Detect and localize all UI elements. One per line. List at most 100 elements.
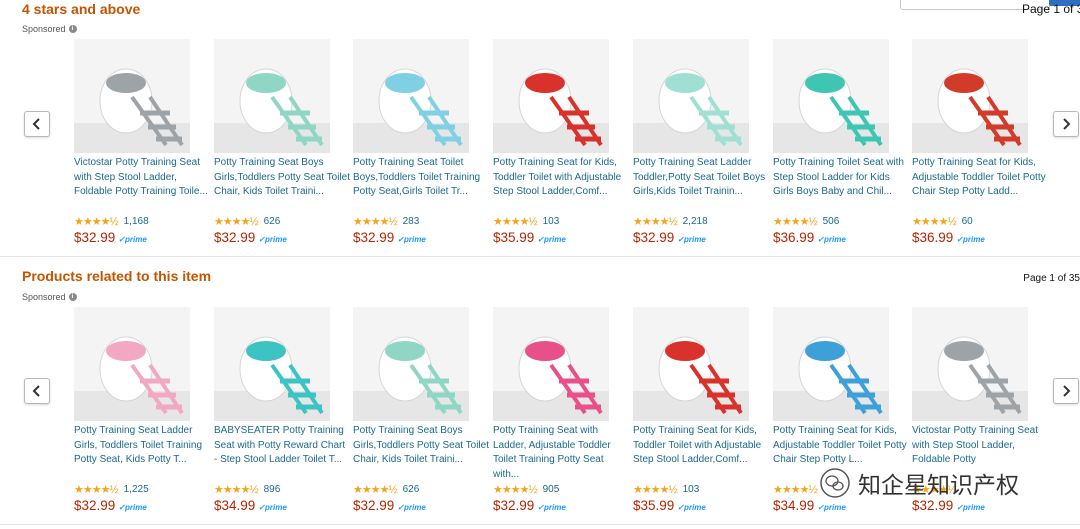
rating[interactable]: ★★★★½ 103 <box>493 215 633 228</box>
prime-badge-icon: ✓prime <box>677 235 706 244</box>
product-title-link[interactable]: Potty Training Seat for Kids, Adjustable… <box>912 156 1048 214</box>
rating[interactable]: ★★★★½ 60 <box>912 215 1052 228</box>
price-row: $36.99 ✓prime <box>773 230 913 245</box>
product-title-link[interactable]: Potty Training Toilet Seat with Step Sto… <box>773 156 909 214</box>
prime-badge-icon: ✓prime <box>817 503 846 512</box>
product-image[interactable] <box>214 307 330 421</box>
review-count[interactable]: 2,218 <box>683 216 708 227</box>
price: $32.99 <box>214 230 256 245</box>
product-photo <box>353 39 469 153</box>
chevron-right-icon <box>1063 385 1071 397</box>
price: $32.99 <box>353 498 395 513</box>
rating[interactable]: ★★★★½ 626 <box>214 215 354 228</box>
rating[interactable]: ★★★★½ 905 <box>493 483 633 496</box>
rating[interactable]: ★★★★½ 283 <box>353 215 493 228</box>
product-image[interactable] <box>633 307 749 421</box>
product-title-link[interactable]: Potty Training Seat Boys Girls,Toddlers … <box>214 156 350 214</box>
product-card[interactable]: Potty Training Seat for Kids, Toddler To… <box>633 307 773 513</box>
rating[interactable]: ★★★★½ 1,225 <box>74 483 214 496</box>
review-count[interactable]: 896 <box>264 484 281 495</box>
product-photo <box>773 307 889 421</box>
price-row: $34.99 ✓prime <box>773 498 913 513</box>
product-card[interactable]: Potty Training Seat Boys Girls,Toddlers … <box>214 39 354 245</box>
product-card[interactable]: Potty Training Seat Toilet Boys,Toddlers… <box>353 39 493 245</box>
product-title-link[interactable]: Victostar Potty Training Seat with Step … <box>74 156 210 214</box>
product-title-link[interactable]: Potty Training Seat Ladder Girls, Toddle… <box>74 424 210 482</box>
product-card[interactable]: BABYSEATER Potty Training Seat with Pott… <box>214 307 354 513</box>
review-count[interactable]: 283 <box>403 216 420 227</box>
product-image[interactable] <box>912 39 1028 153</box>
product-image[interactable] <box>773 307 889 421</box>
review-count[interactable]: 506 <box>823 216 840 227</box>
product-photo <box>633 39 749 153</box>
product-image[interactable] <box>912 307 1028 421</box>
product-title-link[interactable]: Potty Training Seat for Kids, Toddler To… <box>633 424 769 482</box>
rating[interactable]: ★★★★½ 2,218 <box>633 215 773 228</box>
info-icon[interactable]: i <box>68 25 77 33</box>
carousel-next-button[interactable] <box>1053 378 1079 404</box>
product-title-link[interactable]: BABYSEATER Potty Training Seat with Pott… <box>214 424 350 482</box>
price-row: $35.99 ✓prime <box>493 230 633 245</box>
rating[interactable]: ★★★★½ 626 <box>353 483 493 496</box>
product-image[interactable] <box>493 307 609 421</box>
product-image[interactable] <box>74 307 190 421</box>
product-title-link[interactable]: Potty Training Seat Boys Girls,Toddlers … <box>353 424 489 482</box>
product-image[interactable] <box>773 39 889 153</box>
price: $32.99 <box>493 498 535 513</box>
section-title: Products related to this item <box>22 268 212 284</box>
product-card[interactable]: Potty Training Seat for Kids, Adjustable… <box>912 39 1052 245</box>
price: $32.99 <box>74 498 116 513</box>
star-rating-icon: ★★★★½ <box>633 483 678 496</box>
product-card[interactable]: Potty Training Toilet Seat with Step Sto… <box>773 39 913 245</box>
prime-badge-icon: ✓prime <box>956 235 985 244</box>
product-image[interactable] <box>214 39 330 153</box>
product-image[interactable] <box>353 307 469 421</box>
section-divider <box>0 256 1080 257</box>
review-count[interactable]: 626 <box>403 484 420 495</box>
rating[interactable]: ★★★★½ 1,168 <box>74 215 214 228</box>
product-title-link[interactable]: Potty Training Seat Toilet Boys,Toddlers… <box>353 156 489 214</box>
star-rating-icon: ★★★★½ <box>353 483 398 496</box>
rating[interactable]: ★★★★½ 506 <box>773 215 913 228</box>
info-icon[interactable]: i <box>68 293 77 301</box>
price: $35.99 <box>493 230 535 245</box>
price-row: $32.99 ✓prime <box>214 230 354 245</box>
product-image[interactable] <box>353 39 469 153</box>
product-card[interactable]: Potty Training Seat Ladder Girls, Toddle… <box>74 307 214 513</box>
carousel-prev-button[interactable] <box>24 111 50 137</box>
product-photo <box>353 307 469 421</box>
review-count[interactable]: 60 <box>962 216 973 227</box>
product-photo <box>912 307 1028 421</box>
product-title-link[interactable]: Potty Training Seat for Kids, Toddler To… <box>493 156 629 214</box>
review-count[interactable]: 905 <box>543 484 560 495</box>
carousel-next-button[interactable] <box>1053 111 1079 137</box>
product-card[interactable]: Potty Training Seat Boys Girls,Toddlers … <box>353 307 493 513</box>
price: $32.99 <box>74 230 116 245</box>
product-photo <box>74 39 190 153</box>
sponsored-label: Sponsored i <box>22 24 77 34</box>
product-title-link[interactable]: Potty Training Seat with Ladder, Adjusta… <box>493 424 629 482</box>
review-count[interactable]: 626 <box>264 216 281 227</box>
wechat-logo-icon <box>820 468 850 498</box>
product-card[interactable]: Potty Training Seat Ladder Toddler,Potty… <box>633 39 773 245</box>
review-count[interactable]: 103 <box>683 484 700 495</box>
price: $32.99 <box>633 230 675 245</box>
product-card[interactable]: Potty Training Seat with Ladder, Adjusta… <box>493 307 633 513</box>
rating[interactable]: ★★★★½ 896 <box>214 483 354 496</box>
review-count[interactable]: 1,225 <box>124 484 149 495</box>
product-card[interactable]: Potty Training Seat for Kids, Toddler To… <box>493 39 633 245</box>
review-count[interactable]: 103 <box>543 216 560 227</box>
rating[interactable]: ★★★★½ 103 <box>633 483 773 496</box>
product-card[interactable]: Victostar Potty Training Seat with Step … <box>74 39 214 245</box>
review-count[interactable]: 1,168 <box>124 216 149 227</box>
price-row: $32.99 ✓prime <box>74 230 214 245</box>
carousel-prev-button[interactable] <box>24 378 50 404</box>
product-image[interactable] <box>633 39 749 153</box>
star-rating-icon: ★★★★½ <box>773 215 818 228</box>
product-image[interactable] <box>74 39 190 153</box>
product-image[interactable] <box>493 39 609 153</box>
product-title-link[interactable]: Potty Training Seat Ladder Toddler,Potty… <box>633 156 769 214</box>
prime-badge-icon: ✓prime <box>537 235 566 244</box>
star-rating-icon: ★★★★½ <box>493 215 538 228</box>
chevron-left-icon <box>32 118 40 130</box>
